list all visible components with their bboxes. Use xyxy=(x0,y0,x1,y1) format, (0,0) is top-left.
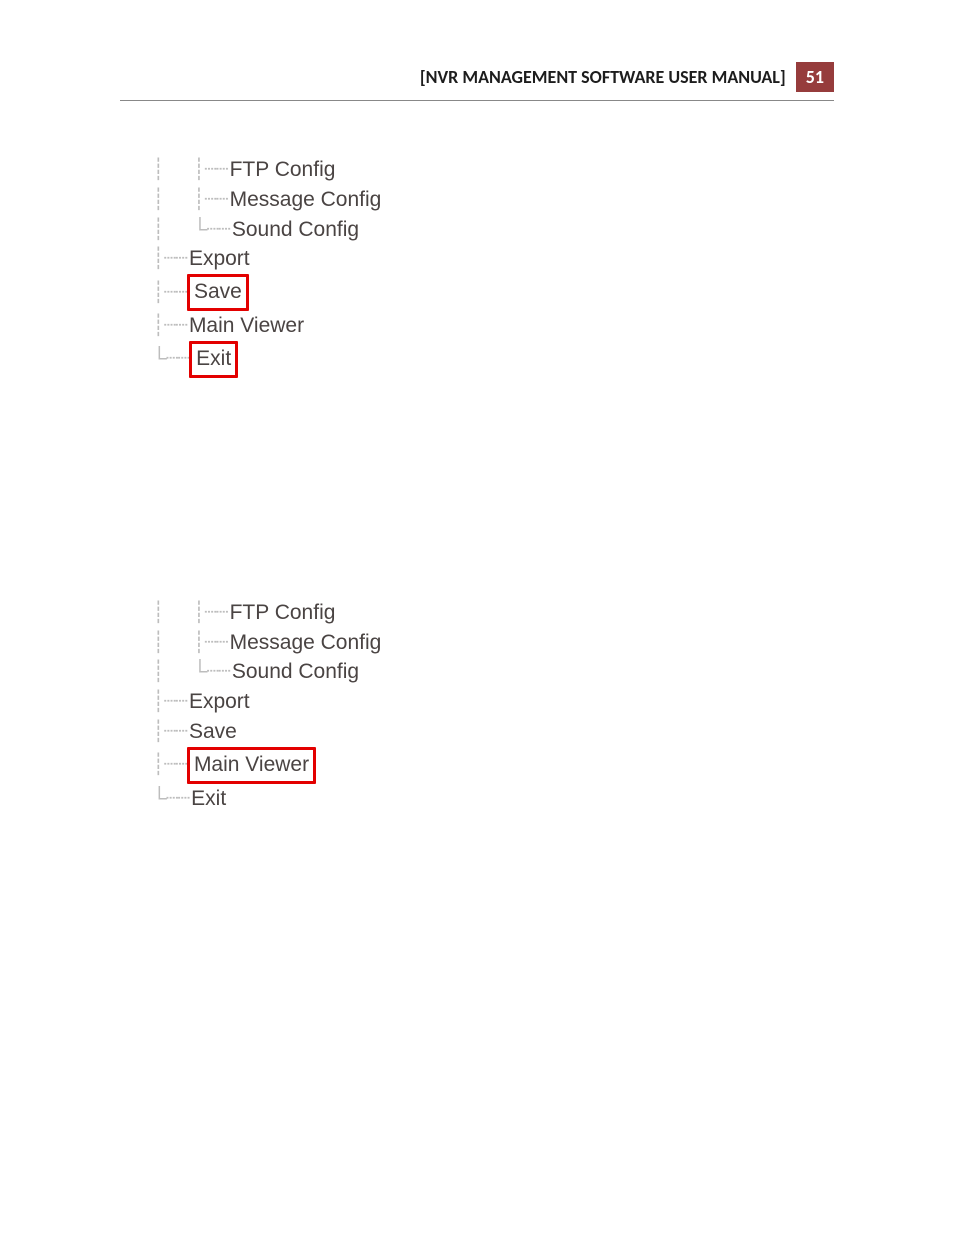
branch-icon: └┈┈ xyxy=(152,784,189,814)
branch-icon: ┊┈┈ xyxy=(152,687,187,717)
page-header: [NVR MANAGEMENT SOFTWARE USER MANUAL] 51 xyxy=(0,62,954,92)
tree-item-label: Message Config xyxy=(228,628,384,658)
tree-item-label: FTP Config xyxy=(228,598,338,628)
tree-item-exit[interactable]: └┈┈ Exit xyxy=(152,784,954,814)
tree-item-label: Save xyxy=(187,717,239,747)
tree-item-ftp-config[interactable]: ┊ ┊┈┈ FTP Config xyxy=(152,598,954,628)
branch-icon: ┊ ┊┈┈ xyxy=(152,628,228,658)
tree-item-label: Sound Config xyxy=(230,657,361,687)
tree-item-label: Exit xyxy=(189,341,238,378)
branch-icon: ┊┈┈ xyxy=(152,750,187,780)
branch-icon: └┈┈ xyxy=(152,344,189,374)
tree-item-label: Exit xyxy=(189,784,228,814)
tree-item-label: Export xyxy=(187,244,252,274)
branch-icon: ┊┈┈ xyxy=(152,311,187,341)
tree-item-label: Message Config xyxy=(228,185,384,215)
branch-icon: ┊ ┊┈┈ xyxy=(152,598,228,628)
tree-item-export[interactable]: ┊┈┈ Export xyxy=(152,244,954,274)
branch-icon: ┊ ┊┈┈ xyxy=(152,155,228,185)
tree-item-message-config[interactable]: ┊ ┊┈┈ Message Config xyxy=(152,628,954,658)
tree-item-ftp-config[interactable]: ┊ ┊┈┈ FTP Config xyxy=(152,155,954,185)
tree-item-label: FTP Config xyxy=(228,155,338,185)
branch-icon: ┊┈┈ xyxy=(152,244,187,274)
header-title: [NVR MANAGEMENT SOFTWARE USER MANUAL] xyxy=(420,66,786,88)
branch-icon: ┊ └┈┈ xyxy=(152,657,230,687)
tree-item-label: Save xyxy=(187,274,249,311)
tree-item-label: Main Viewer xyxy=(187,311,306,341)
branch-icon: ┊ ┊┈┈ xyxy=(152,185,228,215)
branch-icon: ┊ └┈┈ xyxy=(152,215,230,245)
tree-item-sound-config[interactable]: ┊ └┈┈ Sound Config xyxy=(152,215,954,245)
branch-icon: ┊┈┈ xyxy=(152,717,187,747)
menu-tree-b: ┊ ┊┈┈ FTP Config ┊ ┊┈┈ Message Config ┊ … xyxy=(152,598,954,814)
header-rule xyxy=(120,100,834,101)
tree-item-export[interactable]: ┊┈┈ Export xyxy=(152,687,954,717)
tree-item-save[interactable]: ┊┈┈ Save xyxy=(152,274,954,311)
tree-item-save[interactable]: ┊┈┈ Save xyxy=(152,717,954,747)
page: [NVR MANAGEMENT SOFTWARE USER MANUAL] 51… xyxy=(0,0,954,1235)
branch-icon: ┊┈┈ xyxy=(152,278,187,308)
tree-item-message-config[interactable]: ┊ ┊┈┈ Message Config xyxy=(152,185,954,215)
page-number: 51 xyxy=(796,62,834,92)
tree-item-sound-config[interactable]: ┊ └┈┈ Sound Config xyxy=(152,657,954,687)
tree-item-main-viewer[interactable]: ┊┈┈ Main Viewer xyxy=(152,311,954,341)
tree-item-exit[interactable]: └┈┈ Exit xyxy=(152,341,954,378)
tree-item-label: Sound Config xyxy=(230,215,361,245)
tree-item-label: Main Viewer xyxy=(187,747,316,784)
menu-tree-a: ┊ ┊┈┈ FTP Config ┊ ┊┈┈ Message Config ┊ … xyxy=(152,155,954,378)
tree-item-label: Export xyxy=(187,687,252,717)
tree-item-main-viewer[interactable]: ┊┈┈ Main Viewer xyxy=(152,747,954,784)
